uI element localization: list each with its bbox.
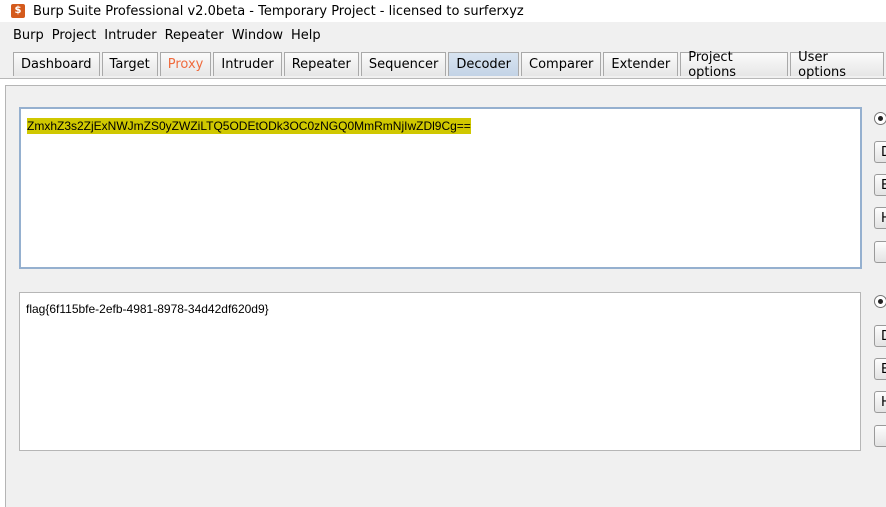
input-hash-button[interactable]: H (874, 207, 886, 229)
title-bar: $ Burp Suite Professional v2.0beta - Tem… (0, 0, 886, 22)
output-hash-button[interactable]: H (874, 391, 886, 413)
input-decode-as-button[interactable]: D (874, 141, 886, 163)
menu-window[interactable]: Window (229, 28, 286, 43)
tab-comparer[interactable]: Comparer (521, 52, 602, 76)
tab-decoder[interactable]: Decoder (448, 52, 520, 76)
menu-burp[interactable]: Burp (10, 28, 47, 43)
window-title: Burp Suite Professional v2.0beta - Tempo… (33, 3, 524, 19)
burp-icon: $ (11, 4, 25, 18)
input-encode-as-button[interactable]: E (874, 174, 886, 196)
output-encode-as-button[interactable]: E (874, 358, 886, 380)
output-smart-decode-button[interactable] (874, 425, 886, 447)
tab-project-options[interactable]: Project options (680, 50, 789, 80)
tab-repeater[interactable]: Repeater (283, 52, 359, 76)
decoder-main: ZmxhZ3s2ZjExNWJmZS0yZWZiLTQ5ODEtODk3OC0z… (5, 85, 886, 507)
menu-repeater[interactable]: Repeater (162, 28, 227, 43)
output-text-radio[interactable] (874, 295, 886, 308)
decoder-output-text[interactable]: flag{6f115bfe-2efb-4981-8978-34d42df620d… (26, 302, 269, 316)
tab-extender[interactable]: Extender (603, 52, 679, 76)
tab-target[interactable]: Target (101, 52, 158, 76)
menu-help[interactable]: Help (288, 28, 324, 43)
tab-proxy[interactable]: Proxy (159, 52, 212, 76)
tab-sequencer[interactable]: Sequencer (360, 52, 447, 76)
input-text-radio[interactable] (874, 112, 886, 125)
decoder-input-panel[interactable]: ZmxhZ3s2ZjExNWJmZS0yZWZiLTQ5ODEtODk3OC0z… (19, 107, 862, 269)
tab-dashboard[interactable]: Dashboard (13, 52, 100, 76)
tab-intruder[interactable]: Intruder (213, 52, 282, 76)
tab-user-options[interactable]: User options (790, 50, 884, 80)
tab-bar: Dashboard Target Proxy Intruder Repeater… (0, 48, 886, 80)
menu-bar: Burp Project Intruder Repeater Window He… (0, 22, 886, 48)
decoder-output-panel[interactable]: flag{6f115bfe-2efb-4981-8978-34d42df620d… (19, 292, 861, 451)
input-smart-decode-button[interactable] (874, 241, 886, 263)
menu-project[interactable]: Project (49, 28, 99, 43)
output-decode-as-button[interactable]: D (874, 325, 886, 347)
decoder-input-text[interactable]: ZmxhZ3s2ZjExNWJmZS0yZWZiLTQ5ODEtODk3OC0z… (27, 118, 471, 134)
menu-intruder[interactable]: Intruder (101, 28, 159, 43)
